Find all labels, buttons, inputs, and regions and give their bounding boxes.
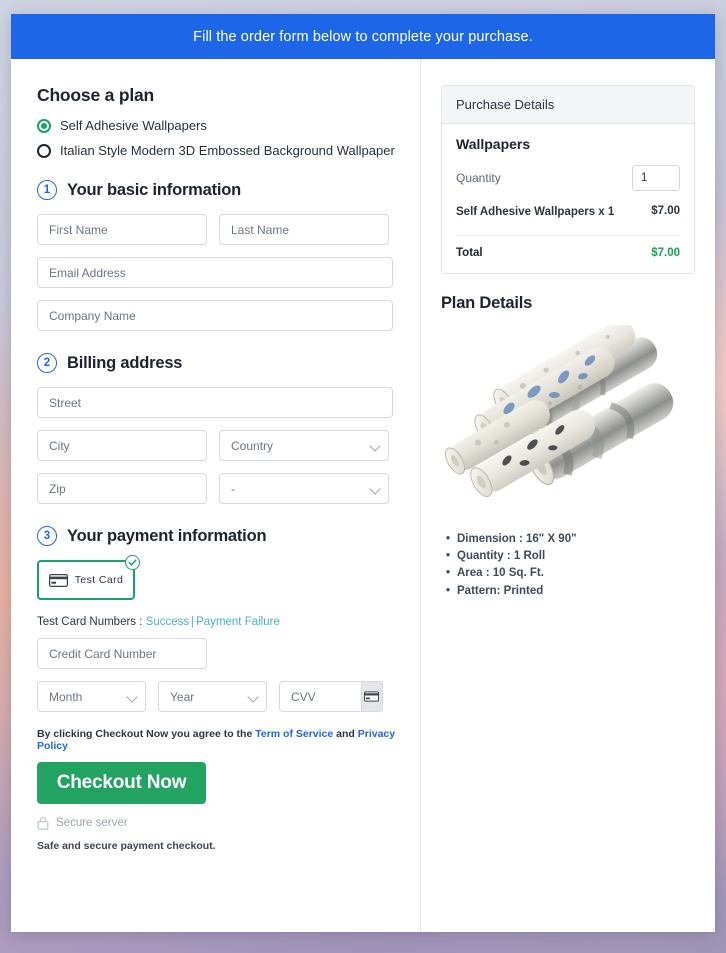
- quantity-label: Quantity: [456, 171, 501, 185]
- city-input[interactable]: [37, 430, 207, 461]
- step-basic-information: 1 Your basic information: [37, 180, 396, 200]
- step-title: Your basic information: [67, 180, 242, 199]
- test-card-numbers-line: Test Card Numbers : Success | Payment Fail…: [37, 616, 396, 628]
- secure-server-row: Secure server: [37, 816, 396, 830]
- total-row: Total $7.00: [456, 236, 680, 259]
- company-name-input[interactable]: [37, 300, 393, 331]
- total-value: $7.00: [651, 246, 680, 259]
- card-number-row: [37, 638, 396, 669]
- test-card-numbers-prefix: Test Card Numbers :: [37, 616, 146, 628]
- street-input[interactable]: [37, 387, 393, 418]
- secure-server-label: Secure server: [56, 817, 128, 829]
- cvv-help-button[interactable]: [360, 681, 383, 712]
- expiry-year-select[interactable]: [158, 681, 267, 712]
- plan-option-label: Self Adhesive Wallpapers: [60, 118, 207, 133]
- page-banner: Fill the order form below to complete yo…: [11, 14, 715, 59]
- terms-of-service-link[interactable]: Term of Service: [255, 728, 333, 740]
- lock-icon: [37, 816, 49, 830]
- terms-lead: By clicking Checkout Now you agree to th…: [37, 728, 256, 740]
- line-item-name: Self Adhesive Wallpapers x 1: [456, 206, 615, 218]
- company-field-row: [37, 300, 396, 331]
- name-field-row: [37, 214, 396, 245]
- test-card-failure-link[interactable]: Payment Failure: [196, 616, 280, 628]
- checkout-card: Fill the order form below to complete yo…: [11, 14, 715, 932]
- plan-option-italian-3d[interactable]: Italian Style Modern 3D Embossed Backgro…: [37, 143, 396, 158]
- country-select-value[interactable]: [219, 430, 389, 461]
- payment-method-test-card[interactable]: Test Card: [37, 555, 140, 600]
- last-name-input[interactable]: [219, 214, 389, 245]
- state-select[interactable]: [219, 473, 389, 504]
- expiry-cvv-row: [37, 681, 396, 712]
- payment-method-row: Test Card: [37, 555, 396, 600]
- checkout-body: Choose a plan Self Adhesive Wallpapers I…: [11, 59, 715, 932]
- first-name-input[interactable]: [37, 214, 207, 245]
- wallpaper-product-illustration: [444, 325, 674, 498]
- expiry-month-select[interactable]: [37, 681, 146, 712]
- link-separator: |: [191, 616, 195, 628]
- credit-card-icon: [364, 691, 380, 702]
- step-number-badge: 1: [37, 180, 57, 200]
- step-title: Billing address: [67, 353, 183, 372]
- test-card-success-link[interactable]: Success: [146, 616, 189, 628]
- terms-text: By clicking Checkout Now you agree to th…: [37, 728, 396, 752]
- plan-details-bullets: Dimension : 16" X 90" Quantity : 1 Roll …: [441, 531, 695, 601]
- zip-state-row: [37, 473, 396, 504]
- expiry-month-value[interactable]: [37, 681, 146, 712]
- credit-card-icon: [48, 573, 68, 587]
- zip-input[interactable]: [37, 473, 207, 504]
- total-label: Total: [456, 246, 483, 259]
- step-title: Your payment information: [67, 526, 267, 545]
- step-number-badge: 3: [37, 526, 57, 546]
- line-item-row: Self Adhesive Wallpapers x 1 $7.00: [456, 205, 680, 236]
- list-item: Dimension : 16" X 90": [446, 531, 695, 549]
- order-form-column: Choose a plan Self Adhesive Wallpapers I…: [11, 59, 421, 932]
- quantity-row: Quantity: [456, 165, 680, 191]
- purchase-details-header: Purchase Details: [442, 86, 694, 124]
- plan-details-title: Plan Details: [441, 293, 533, 312]
- cvv-field-group: [279, 681, 383, 712]
- quantity-input[interactable]: [632, 165, 680, 191]
- purchase-details-body: Wallpapers Quantity Self Adhesive Wallpa…: [442, 124, 694, 273]
- state-select-value[interactable]: [219, 473, 389, 504]
- radio-unselected-icon[interactable]: [37, 143, 51, 158]
- email-field-row: [37, 257, 396, 288]
- step-billing-address: 2 Billing address: [37, 353, 396, 373]
- credit-card-number-input[interactable]: [37, 638, 207, 669]
- banner-text: Fill the order form below to complete yo…: [193, 28, 533, 45]
- email-input[interactable]: [37, 257, 393, 288]
- purchase-product-title: Wallpapers: [456, 136, 531, 152]
- check-circle-icon: [125, 555, 140, 570]
- step-payment-information: 3 Your payment information: [37, 526, 396, 546]
- list-item: Quantity : 1 Roll: [446, 548, 695, 566]
- list-item: Area : 10 Sq. Ft.: [446, 565, 695, 583]
- choose-plan-heading: Choose a plan: [37, 85, 155, 105]
- wallpaper-rolls-image: [441, 323, 695, 523]
- cvv-input[interactable]: [279, 681, 361, 712]
- list-item: Pattern: Printed: [446, 583, 695, 601]
- purchase-details-box: Purchase Details Wallpapers Quantity Sel…: [441, 85, 695, 274]
- payment-method-label: Test Card: [74, 574, 124, 586]
- city-country-row: [37, 430, 396, 461]
- expiry-year-value[interactable]: [158, 681, 267, 712]
- step-number-badge: 2: [37, 353, 57, 373]
- street-field-row: [37, 387, 396, 418]
- country-select[interactable]: [219, 430, 389, 461]
- terms-and: and: [333, 728, 358, 740]
- radio-selected-icon[interactable]: [37, 118, 51, 133]
- summary-column: Purchase Details Wallpapers Quantity Sel…: [421, 59, 715, 932]
- checkout-now-button[interactable]: Checkout Now: [37, 762, 206, 804]
- plan-option-label: Italian Style Modern 3D Embossed Backgro…: [60, 143, 395, 158]
- line-item-price: $7.00: [651, 205, 680, 217]
- safe-checkout-note: Safe and secure payment checkout.: [37, 840, 216, 852]
- plan-option-self-adhesive[interactable]: Self Adhesive Wallpapers: [37, 118, 396, 133]
